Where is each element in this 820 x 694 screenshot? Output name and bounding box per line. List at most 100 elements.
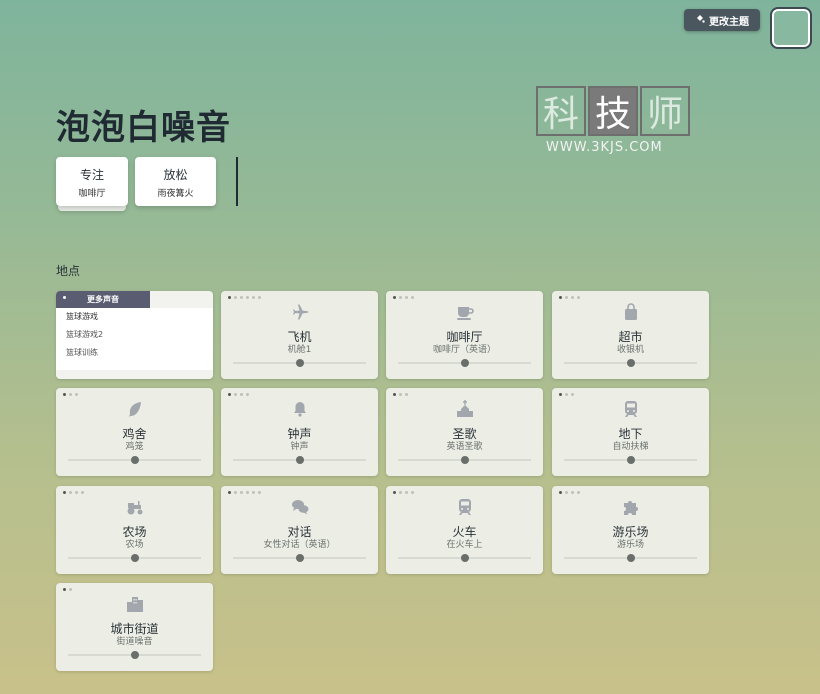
- volume-slider-knob[interactable]: [460, 554, 469, 562]
- sound-card[interactable]: 对话 女性对话（英语）: [221, 486, 378, 574]
- variant-dot[interactable]: [577, 491, 580, 494]
- variant-dot[interactable]: [246, 393, 249, 396]
- variant-dot[interactable]: [565, 393, 568, 396]
- sound-card[interactable]: 农场 农场: [56, 486, 213, 574]
- variant-dots[interactable]: [63, 491, 84, 494]
- more-sounds-item[interactable]: 篮球游戏: [56, 308, 213, 326]
- volume-slider-knob[interactable]: [626, 359, 635, 367]
- volume-slider-knob[interactable]: [295, 554, 304, 562]
- variant-dot[interactable]: [234, 296, 237, 299]
- volume-slider-knob[interactable]: [130, 456, 139, 464]
- variant-dot[interactable]: [405, 491, 408, 494]
- variant-dot[interactable]: [228, 393, 231, 396]
- variant-dot[interactable]: [399, 491, 402, 494]
- corner-square-button[interactable]: [770, 7, 812, 49]
- volume-slider-knob[interactable]: [295, 359, 304, 367]
- variant-dot[interactable]: [63, 588, 66, 591]
- more-sounds-card[interactable]: 更多声音 篮球游戏 篮球游戏2 篮球训练: [56, 291, 213, 379]
- volume-slider[interactable]: [233, 359, 366, 367]
- variant-dots[interactable]: [559, 491, 580, 494]
- variant-dots[interactable]: [228, 491, 261, 494]
- variant-dot[interactable]: [411, 491, 414, 494]
- variant-dot[interactable]: [75, 491, 78, 494]
- volume-slider[interactable]: [68, 554, 201, 562]
- volume-slider-knob[interactable]: [460, 359, 469, 367]
- variant-dot[interactable]: [69, 491, 72, 494]
- variant-dot[interactable]: [571, 491, 574, 494]
- volume-slider[interactable]: [564, 554, 697, 562]
- variant-dot[interactable]: [234, 393, 237, 396]
- variant-dot[interactable]: [399, 296, 402, 299]
- variant-dots[interactable]: [393, 491, 414, 494]
- variant-dots[interactable]: [559, 393, 574, 396]
- volume-slider[interactable]: [398, 554, 531, 562]
- variant-dot[interactable]: [399, 393, 402, 396]
- variant-dot[interactable]: [63, 393, 66, 396]
- sound-card[interactable]: 飞机 机舱1: [221, 291, 378, 379]
- variant-dot[interactable]: [240, 393, 243, 396]
- variant-dots[interactable]: [63, 588, 72, 591]
- volume-slider[interactable]: [564, 456, 697, 464]
- volume-slider-knob[interactable]: [130, 554, 139, 562]
- variant-dot[interactable]: [240, 296, 243, 299]
- variant-dot[interactable]: [252, 491, 255, 494]
- variant-dot[interactable]: [559, 296, 562, 299]
- mode-card-relax[interactable]: 放松 雨夜篝火: [135, 157, 216, 206]
- sound-card[interactable]: 鸡舍 鸡笼: [56, 388, 213, 476]
- variant-dot[interactable]: [559, 393, 562, 396]
- variant-dot[interactable]: [565, 296, 568, 299]
- mode-card-focus[interactable]: 专注 咖啡厅: [56, 157, 128, 206]
- more-sounds-item[interactable]: 篮球游戏2: [56, 326, 213, 344]
- variant-dot[interactable]: [577, 296, 580, 299]
- sound-card[interactable]: 火车 在火车上: [386, 486, 543, 574]
- variant-dot[interactable]: [234, 491, 237, 494]
- volume-slider-knob[interactable]: [295, 456, 304, 464]
- variant-dot[interactable]: [246, 296, 249, 299]
- volume-slider-knob[interactable]: [130, 651, 139, 659]
- volume-slider[interactable]: [564, 359, 697, 367]
- sound-card[interactable]: 圣歌 英语圣歌: [386, 388, 543, 476]
- variant-dots[interactable]: [228, 296, 261, 299]
- sound-card[interactable]: 地下 自动扶梯: [552, 388, 709, 476]
- sound-card[interactable]: 超市 收银机: [552, 291, 709, 379]
- variant-dot[interactable]: [411, 296, 414, 299]
- variant-dots[interactable]: [393, 393, 408, 396]
- variant-dot[interactable]: [69, 393, 72, 396]
- variant-dot[interactable]: [405, 296, 408, 299]
- variant-dot[interactable]: [63, 491, 66, 494]
- variant-dots[interactable]: [559, 296, 580, 299]
- variant-dot[interactable]: [240, 491, 243, 494]
- variant-dot[interactable]: [565, 491, 568, 494]
- variant-dot[interactable]: [75, 393, 78, 396]
- volume-slider[interactable]: [233, 554, 366, 562]
- volume-slider[interactable]: [68, 651, 201, 659]
- variant-dot[interactable]: [393, 491, 396, 494]
- variant-dot[interactable]: [571, 296, 574, 299]
- variant-dot[interactable]: [81, 491, 84, 494]
- variant-dots[interactable]: [393, 296, 414, 299]
- variant-dot[interactable]: [258, 296, 261, 299]
- volume-slider-knob[interactable]: [626, 456, 635, 464]
- variant-dot[interactable]: [559, 491, 562, 494]
- volume-slider[interactable]: [398, 359, 531, 367]
- variant-dot[interactable]: [246, 491, 249, 494]
- volume-slider-knob[interactable]: [460, 456, 469, 464]
- sound-card[interactable]: 城市街道 街道噪音: [56, 583, 213, 671]
- change-theme-button[interactable]: 更改主题: [684, 9, 760, 31]
- variant-dot[interactable]: [69, 588, 72, 591]
- variant-dot[interactable]: [571, 393, 574, 396]
- variant-dot[interactable]: [228, 296, 231, 299]
- volume-slider[interactable]: [233, 456, 366, 464]
- volume-slider[interactable]: [398, 456, 531, 464]
- variant-dot[interactable]: [228, 491, 231, 494]
- variant-dot[interactable]: [405, 393, 408, 396]
- more-sounds-header[interactable]: 更多声音: [56, 291, 150, 308]
- variant-dot[interactable]: [258, 491, 261, 494]
- variant-dot[interactable]: [252, 296, 255, 299]
- volume-slider-knob[interactable]: [626, 554, 635, 562]
- variant-dots[interactable]: [228, 393, 249, 396]
- sound-card[interactable]: 游乐场 游乐场: [552, 486, 709, 574]
- more-sounds-item[interactable]: 篮球训练: [56, 344, 213, 362]
- variant-dots[interactable]: [63, 393, 78, 396]
- volume-slider[interactable]: [68, 456, 201, 464]
